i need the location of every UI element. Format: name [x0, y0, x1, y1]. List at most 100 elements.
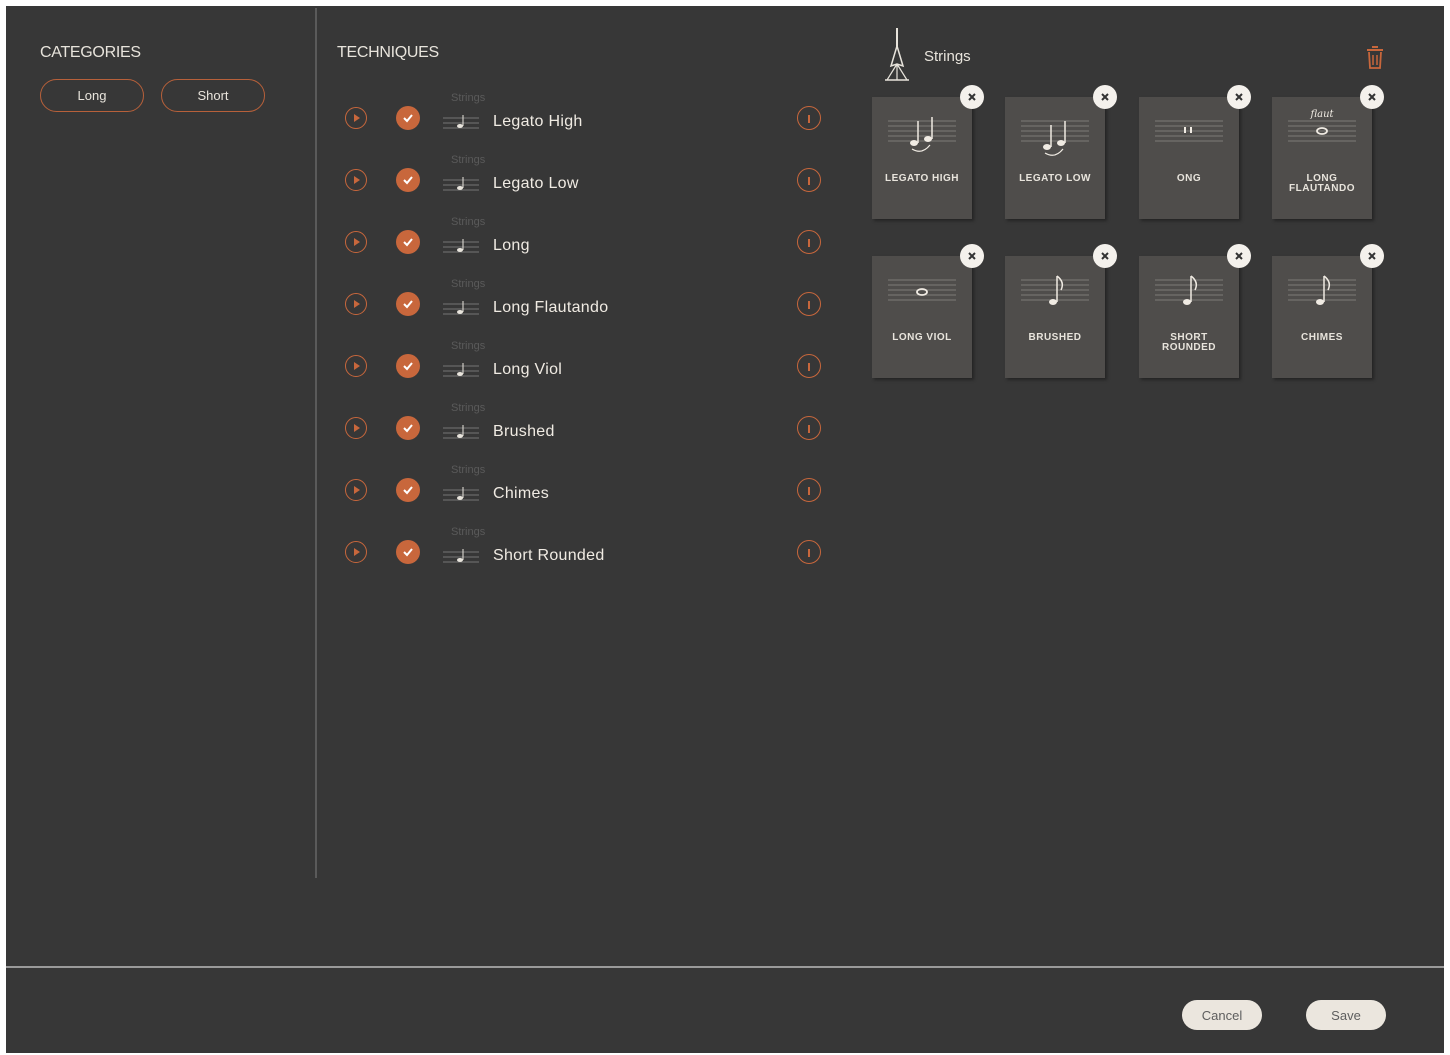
- staff-icon: [443, 363, 479, 377]
- technique-instrument: Strings: [451, 340, 486, 352]
- card-label: LONG VIOL: [892, 332, 952, 343]
- category-chip-short[interactable]: Short: [161, 79, 265, 112]
- card-label: LEGATO LOW: [1019, 173, 1091, 184]
- technique-name: Brushed: [493, 423, 555, 440]
- technique-row[interactable]: Strings Short Rounded: [337, 524, 827, 584]
- check-icon[interactable]: [396, 292, 420, 316]
- technique-card[interactable]: LEGATO LOW: [1005, 85, 1117, 219]
- play-icon[interactable]: [345, 231, 367, 253]
- card-label: SHORT ROUNDED: [1161, 332, 1217, 353]
- technique-row[interactable]: Strings Long Viol: [337, 338, 827, 398]
- technique-row[interactable]: Strings Brushed: [337, 400, 827, 460]
- remove-card-button[interactable]: [1227, 244, 1251, 268]
- close-icon: [1367, 92, 1377, 102]
- technique-instrument: Strings: [451, 154, 486, 166]
- check-icon[interactable]: [396, 106, 420, 130]
- selected-header: Strings: [882, 26, 1402, 84]
- notation-icon: [1021, 275, 1089, 305]
- check-icon[interactable]: [396, 168, 420, 192]
- play-icon[interactable]: [345, 293, 367, 315]
- staff-icon: [443, 239, 479, 253]
- technique-card[interactable]: SHORT ROUNDED: [1139, 244, 1251, 378]
- remove-card-button[interactable]: [1360, 85, 1384, 109]
- technique-instrument: Strings: [451, 278, 486, 290]
- technique-name: Long Viol: [493, 361, 563, 378]
- info-icon[interactable]: [797, 168, 821, 192]
- technique-name: Long Flautando: [493, 299, 609, 316]
- violin-icon: [885, 28, 909, 81]
- card-label: LEGATO HIGH: [884, 173, 960, 184]
- card-label: LONG FLAUTANDO: [1289, 173, 1355, 194]
- technique-card[interactable]: CHIMES: [1272, 244, 1384, 378]
- categories-title: CATEGORIES: [40, 44, 141, 61]
- notation-icon: [888, 279, 956, 301]
- info-icon[interactable]: [797, 478, 821, 502]
- technique-card[interactable]: BRUSHED: [1005, 244, 1117, 378]
- technique-row[interactable]: Strings Long: [337, 214, 827, 274]
- check-icon[interactable]: [396, 540, 420, 564]
- close-icon: [1234, 92, 1244, 102]
- play-icon[interactable]: [345, 355, 367, 377]
- check-icon[interactable]: [396, 230, 420, 254]
- info-icon[interactable]: [797, 354, 821, 378]
- category-chip-long[interactable]: Long: [40, 79, 144, 112]
- technique-row[interactable]: Strings Long Flautando: [337, 276, 827, 336]
- close-icon: [1234, 251, 1244, 261]
- staff-icon: [443, 301, 479, 315]
- technique-instrument: Strings: [451, 92, 486, 104]
- save-button[interactable]: Save: [1306, 1000, 1386, 1030]
- technique-card[interactable]: flaut LONG FLAUTANDO: [1272, 85, 1384, 219]
- close-icon: [967, 92, 977, 102]
- close-icon: [1100, 251, 1110, 261]
- check-icon[interactable]: [396, 416, 420, 440]
- category-chips: Long Short: [40, 79, 310, 112]
- card-label: CHIMES: [1301, 332, 1343, 343]
- info-icon[interactable]: [797, 540, 821, 564]
- technique-card[interactable]: LEGATO HIGH: [872, 85, 984, 219]
- technique-name: Long: [493, 237, 530, 254]
- play-icon[interactable]: [345, 541, 367, 563]
- notation-icon: [1021, 120, 1089, 156]
- technique-row[interactable]: Strings Chimes: [337, 462, 827, 522]
- technique-card[interactable]: ONG: [1139, 85, 1251, 219]
- close-icon: [1367, 251, 1377, 261]
- check-icon[interactable]: [396, 354, 420, 378]
- staff-icon: [443, 549, 479, 563]
- technique-row[interactable]: Strings Legato Low: [337, 152, 827, 212]
- techniques-title: TECHNIQUES: [337, 44, 439, 61]
- close-icon: [967, 251, 977, 261]
- play-icon[interactable]: [345, 107, 367, 129]
- remove-card-button[interactable]: [960, 85, 984, 109]
- cancel-button[interactable]: Cancel: [1182, 1000, 1262, 1030]
- remove-card-button[interactable]: [960, 244, 984, 268]
- technique-row[interactable]: Strings Legato High: [337, 90, 827, 150]
- technique-instrument: Strings: [451, 402, 486, 414]
- technique-name: Legato High: [493, 113, 583, 130]
- play-icon[interactable]: [345, 417, 367, 439]
- remove-card-button[interactable]: [1360, 244, 1384, 268]
- trash-icon[interactable]: [1364, 46, 1386, 70]
- info-icon[interactable]: [797, 416, 821, 440]
- play-icon[interactable]: [345, 169, 367, 191]
- info-icon[interactable]: [797, 106, 821, 130]
- remove-card-button[interactable]: [1227, 85, 1251, 109]
- notation-icon: flaut: [1288, 109, 1356, 142]
- play-icon[interactable]: [345, 479, 367, 501]
- technique-name: Short Rounded: [493, 547, 605, 564]
- info-icon[interactable]: [797, 230, 821, 254]
- check-icon[interactable]: [396, 478, 420, 502]
- remove-card-button[interactable]: [1093, 244, 1117, 268]
- notation-icon: [1155, 120, 1223, 142]
- card-label: BRUSHED: [1028, 332, 1082, 343]
- staff-icon: [443, 177, 479, 191]
- card-label: ONG: [1176, 173, 1202, 184]
- staff-icon: [443, 487, 479, 501]
- remove-card-button[interactable]: [1093, 85, 1117, 109]
- info-icon[interactable]: [797, 292, 821, 316]
- technique-card[interactable]: LONG VIOL: [872, 244, 984, 378]
- notation-icon: [1288, 275, 1356, 305]
- technique-name: Legato Low: [493, 175, 579, 192]
- close-icon: [1100, 92, 1110, 102]
- staff-icon: [443, 115, 479, 129]
- notation-icon: [1155, 275, 1223, 305]
